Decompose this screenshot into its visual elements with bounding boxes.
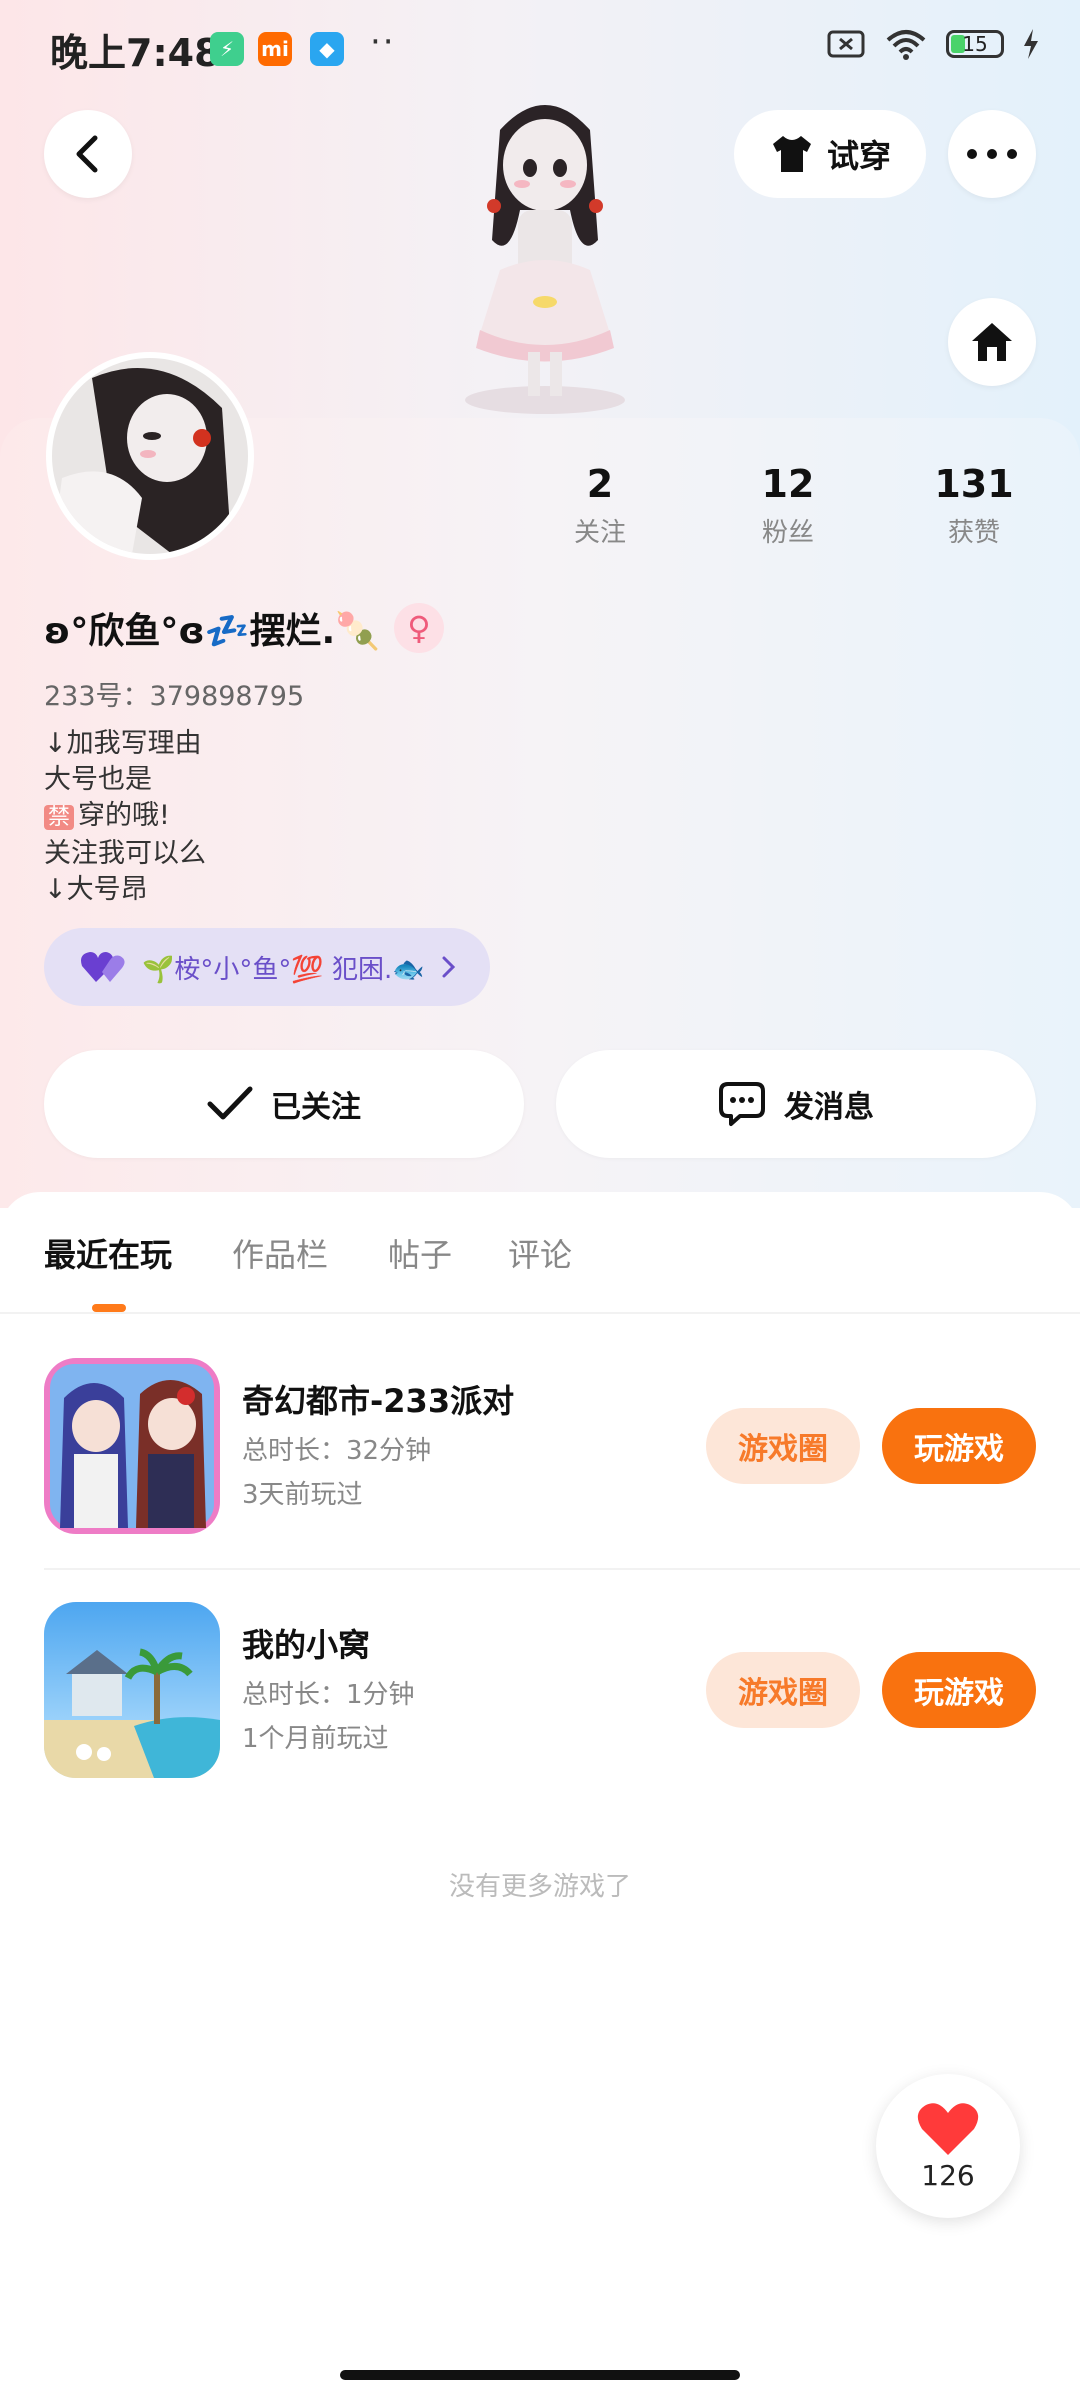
status-indicators: 15 — [826, 28, 1040, 60]
tab-works[interactable]: 作品栏 — [232, 1230, 328, 1276]
charging-icon — [1024, 29, 1038, 59]
more-notifications-icon: ·· — [370, 22, 396, 62]
back-button[interactable] — [44, 110, 132, 198]
fan-club-badge[interactable]: 🌱桉°小°鱼°💯 犯困.🐟 — [44, 928, 490, 1006]
home-button[interactable] — [948, 298, 1036, 386]
shirt-icon — [772, 136, 811, 172]
stat-likes[interactable]: 131 获赞 — [894, 462, 1054, 549]
game-duration: 总时长：32分钟 — [242, 1436, 432, 1466]
nickname-row: ʚ°欣鱼°ɞ💤摆烂.🍡 ♀ — [44, 602, 444, 654]
like-count: 126 — [921, 2158, 975, 2192]
fan-club-label: 🌱桉°小°鱼°💯 犯困.🐟 — [142, 954, 425, 985]
game-row[interactable]: 奇幻都市-233派对 总时长：32分钟 3天前玩过 游戏圈 玩游戏 — [0, 1358, 1080, 1538]
bio-line: 禁穿的哦! — [44, 798, 206, 836]
user-avatar[interactable] — [46, 352, 254, 560]
stat-followers[interactable]: 12 粉丝 — [708, 462, 868, 549]
status-bar: 晚上7:48 ⚡ mi ◆ ·· 15 — [0, 0, 1080, 100]
bio-line: 大号也是 — [44, 764, 152, 795]
stat-following-value: 2 — [586, 462, 614, 506]
stat-followers-value: 12 — [761, 462, 815, 506]
game-circle-button[interactable]: 游戏圈 — [706, 1652, 860, 1728]
ban-emoji: 禁 — [44, 805, 75, 830]
stat-following[interactable]: 2 关注 — [520, 462, 680, 549]
more-icon — [967, 149, 1017, 159]
female-icon: ♀ — [394, 603, 444, 653]
play-game-button[interactable]: 玩游戏 — [882, 1652, 1036, 1728]
stat-likes-value: 131 — [934, 462, 1014, 506]
game-title: 奇幻都市-233派对 — [242, 1382, 515, 1420]
bio-line: ↓加我写理由 — [44, 728, 202, 759]
bio: ↓加我写理由 大号也是 禁穿的哦! 关注我可以么 ↓大号昂 — [44, 726, 206, 908]
game-duration: 总时长：1分钟 — [242, 1680, 415, 1710]
game-icon-my-nest[interactable] — [44, 1602, 220, 1778]
bio-line: 关注我可以么 — [44, 838, 206, 869]
bio-line-text: 穿的哦! — [78, 800, 170, 831]
game-last-played: 1个月前玩过 — [242, 1724, 389, 1754]
try-on-label: 试穿 — [826, 137, 891, 175]
like-button[interactable]: 126 — [876, 2074, 1020, 2218]
nickname: ʚ°欣鱼°ɞ💤摆烂.🍡 — [44, 611, 380, 652]
game-row[interactable]: 我的小窝 总时长：1分钟 1个月前玩过 游戏圈 玩游戏 — [0, 1602, 1080, 1782]
back-icon — [76, 135, 98, 173]
tab-comments[interactable]: 评论 — [508, 1230, 572, 1276]
game-icon-fantasy-city[interactable] — [44, 1358, 220, 1534]
try-on-button[interactable]: 试穿 — [734, 110, 926, 198]
wifi-icon — [886, 30, 926, 60]
home-indicator[interactable] — [340, 2370, 740, 2380]
game-circle-button[interactable]: 游戏圈 — [706, 1408, 860, 1484]
more-button[interactable] — [948, 110, 1036, 198]
stat-following-label: 关注 — [573, 518, 626, 548]
app-notification-icon: ◆ — [310, 32, 344, 66]
heart-icon — [917, 2102, 979, 2155]
bio-line: ↓大号昂 — [44, 874, 148, 905]
chat-icon — [719, 1082, 765, 1126]
tab-posts[interactable]: 帖子 — [388, 1230, 452, 1276]
game-last-played: 3天前玩过 — [242, 1480, 363, 1510]
check-icon — [207, 1086, 253, 1120]
user-id[interactable]: 233号：379898795 — [44, 674, 304, 713]
no-more-games-text: 没有更多游戏了 — [448, 1872, 631, 1902]
message-button[interactable]: 发消息 — [556, 1050, 1036, 1158]
stat-likes-label: 获赞 — [947, 518, 1000, 548]
heart-icon — [81, 952, 125, 982]
app-notification-icon: ⚡ — [210, 32, 244, 66]
sim-off-icon — [827, 30, 865, 58]
home-icon — [972, 323, 1012, 361]
avatar-image — [52, 358, 248, 554]
game-title: 我的小窝 — [242, 1626, 371, 1664]
list-divider — [44, 1568, 1080, 1570]
status-time: 晚上7:48 — [50, 31, 221, 75]
stat-followers-label: 粉丝 — [761, 518, 814, 548]
chevron-right-icon — [442, 956, 455, 978]
message-label: 发消息 — [784, 1090, 874, 1125]
tabs-divider — [0, 1312, 1080, 1314]
character-avatar[interactable] — [430, 90, 660, 420]
followed-label: 已关注 — [271, 1090, 361, 1125]
battery-icon: 15 — [946, 30, 1004, 58]
followed-button[interactable]: 已关注 — [44, 1050, 524, 1158]
tab-recent-games[interactable]: 最近在玩 — [44, 1230, 172, 1276]
tab-indicator — [92, 1304, 126, 1312]
battery-level: 15 — [962, 32, 988, 56]
mi-notification-icon: mi — [258, 32, 292, 66]
play-game-button[interactable]: 玩游戏 — [882, 1408, 1036, 1484]
